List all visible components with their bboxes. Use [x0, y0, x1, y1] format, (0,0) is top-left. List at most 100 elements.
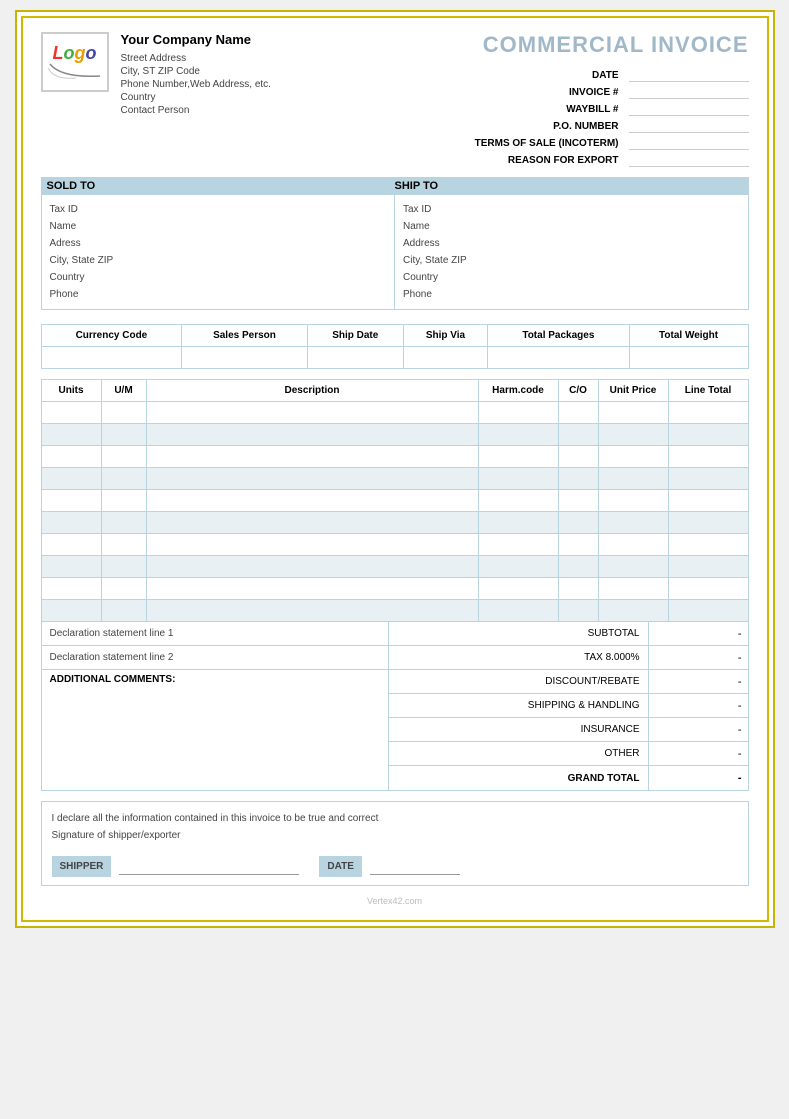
table-cell[interactable]	[598, 446, 668, 468]
table-cell[interactable]	[598, 424, 668, 446]
ship-via-value[interactable]	[403, 347, 487, 369]
table-cell[interactable]	[101, 556, 146, 578]
table-cell[interactable]	[478, 446, 558, 468]
terms-value[interactable]	[629, 136, 749, 150]
table-cell[interactable]	[101, 512, 146, 534]
table-cell[interactable]	[478, 402, 558, 424]
additional-comments-body[interactable]	[42, 689, 388, 790]
date-value[interactable]	[629, 68, 749, 82]
subtotal-row: SUBTOTAL -	[389, 622, 748, 646]
sales-person-value[interactable]	[182, 347, 307, 369]
table-cell[interactable]	[558, 534, 598, 556]
table-cell[interactable]	[598, 578, 668, 600]
waybill-row: WAYBILL #	[566, 102, 748, 116]
currency-value[interactable]	[41, 347, 182, 369]
table-cell[interactable]	[598, 600, 668, 622]
table-cell[interactable]	[668, 446, 748, 468]
table-cell[interactable]	[41, 424, 101, 446]
table-cell[interactable]	[668, 402, 748, 424]
table-cell[interactable]	[668, 534, 748, 556]
table-cell[interactable]	[668, 468, 748, 490]
shipping-row: SHIPPING & HANDLING -	[389, 694, 748, 718]
table-cell[interactable]	[478, 468, 558, 490]
col-total-weight: Total Weight	[629, 325, 748, 347]
table-cell[interactable]	[558, 446, 598, 468]
table-cell[interactable]	[146, 556, 478, 578]
table-cell[interactable]	[558, 556, 598, 578]
table-cell[interactable]	[146, 578, 478, 600]
table-cell[interactable]	[668, 424, 748, 446]
address-headers: SOLD TO SHIP TO	[41, 177, 749, 195]
table-cell[interactable]	[478, 556, 558, 578]
table-cell[interactable]	[146, 512, 478, 534]
table-cell[interactable]	[598, 468, 668, 490]
logo-l: L	[53, 43, 64, 63]
table-cell[interactable]	[668, 512, 748, 534]
table-cell[interactable]	[41, 512, 101, 534]
table-cell[interactable]	[101, 600, 146, 622]
ship-info-row	[41, 347, 748, 369]
table-cell[interactable]	[558, 600, 598, 622]
tax-row: TAX 8.000% -	[389, 646, 748, 670]
table-cell[interactable]	[598, 490, 668, 512]
table-cell[interactable]	[101, 424, 146, 446]
invoice-num-value[interactable]	[629, 85, 749, 99]
table-cell[interactable]	[478, 578, 558, 600]
table-cell[interactable]	[101, 534, 146, 556]
table-cell[interactable]	[41, 534, 101, 556]
table-cell[interactable]	[668, 600, 748, 622]
table-cell[interactable]	[146, 402, 478, 424]
table-cell[interactable]	[558, 512, 598, 534]
table-cell[interactable]	[41, 556, 101, 578]
total-packages-value[interactable]	[488, 347, 630, 369]
invoice-num-row: INVOICE #	[569, 85, 748, 99]
table-cell[interactable]	[478, 512, 558, 534]
po-label: P.O. NUMBER	[553, 121, 618, 132]
table-cell[interactable]	[146, 446, 478, 468]
table-cell[interactable]	[101, 490, 146, 512]
reason-value[interactable]	[629, 153, 749, 167]
table-cell[interactable]	[558, 490, 598, 512]
po-value[interactable]	[629, 119, 749, 133]
table-cell[interactable]	[41, 578, 101, 600]
table-cell[interactable]	[101, 468, 146, 490]
grand-total-value: -	[648, 766, 748, 790]
table-cell[interactable]	[146, 468, 478, 490]
table-cell[interactable]	[598, 556, 668, 578]
table-cell[interactable]	[146, 534, 478, 556]
header-left: Logo Your Company Name Street Address Ci…	[41, 32, 271, 116]
table-cell[interactable]	[41, 446, 101, 468]
table-cell[interactable]	[101, 446, 146, 468]
table-cell[interactable]	[598, 512, 668, 534]
table-cell[interactable]	[146, 600, 478, 622]
ship-date-value[interactable]	[307, 347, 403, 369]
table-cell[interactable]	[558, 468, 598, 490]
table-cell[interactable]	[558, 402, 598, 424]
table-cell[interactable]	[146, 424, 478, 446]
sold-to-header: SOLD TO	[47, 180, 395, 192]
table-cell[interactable]	[478, 490, 558, 512]
total-weight-value[interactable]	[629, 347, 748, 369]
table-cell[interactable]	[41, 490, 101, 512]
table-cell[interactable]	[146, 490, 478, 512]
table-cell[interactable]	[668, 556, 748, 578]
table-cell[interactable]	[101, 578, 146, 600]
table-cell[interactable]	[598, 534, 668, 556]
date-sig-line[interactable]	[370, 859, 460, 875]
table-cell[interactable]	[598, 402, 668, 424]
table-cell[interactable]	[101, 402, 146, 424]
table-cell[interactable]	[668, 490, 748, 512]
table-cell[interactable]	[668, 578, 748, 600]
table-cell[interactable]	[558, 578, 598, 600]
waybill-value[interactable]	[629, 102, 749, 116]
table-cell[interactable]	[41, 468, 101, 490]
table-cell[interactable]	[478, 600, 558, 622]
table-cell[interactable]	[478, 534, 558, 556]
address-section: Tax ID Name Adress City, State ZIP Count…	[41, 195, 749, 310]
table-cell[interactable]	[41, 402, 101, 424]
table-cell[interactable]	[558, 424, 598, 446]
table-cell[interactable]	[41, 600, 101, 622]
shipper-line[interactable]	[119, 859, 299, 875]
table-cell[interactable]	[478, 424, 558, 446]
date-label: DATE	[592, 70, 618, 81]
